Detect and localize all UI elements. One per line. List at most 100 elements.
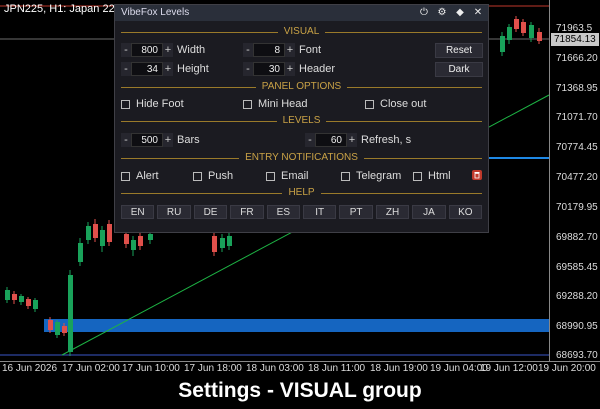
candle-body [507,27,512,40]
lang-button-pt[interactable]: PT [339,205,373,219]
price-label: 69882.70 [556,232,598,243]
candle-body [521,22,526,33]
font-stepper[interactable]: - 8 + Font [243,43,321,57]
lang-button-ko[interactable]: KO [448,205,483,219]
panel-titlebar[interactable]: VibeFox Levels ⏻ ⚙ ◆ ✕ [115,5,488,21]
lang-button-es[interactable]: ES [266,205,301,219]
checkbox-box[interactable] [365,99,374,109]
level-zone [44,319,549,332]
checkbox-box[interactable] [121,99,130,109]
candle-body [138,236,143,246]
lang-button-zh[interactable]: ZH [375,205,410,219]
checkbox-box[interactable] [243,99,252,109]
checkbox-label: Mini Head [258,98,308,110]
candle-body [5,290,10,300]
price-label: 70477.20 [556,172,598,183]
price-label: 71071.70 [556,112,598,123]
push-checkbox[interactable]: Push [193,169,233,183]
candle-body [78,243,83,262]
candle-body [514,19,519,29]
reset-button[interactable]: Reset [435,43,483,58]
trash-icon[interactable] [471,169,483,181]
email-checkbox[interactable]: Email [266,169,309,183]
gear-icon[interactable]: ⚙ [436,6,448,19]
checkbox-label: Close out [380,98,427,110]
width-label: Width [177,44,206,56]
decrement-button[interactable]: - [121,133,131,147]
decrement-button[interactable]: - [305,133,315,147]
power-icon[interactable]: ⏻ [418,6,430,19]
section-help: HELP [121,187,482,199]
height-input[interactable]: 34 [131,62,163,76]
increment-button[interactable]: + [285,43,295,57]
width-stepper[interactable]: - 800 + Width [121,43,205,57]
language-buttons: EN RU DE FR ES IT PT ZH JA KO [121,205,483,219]
alert-checkbox[interactable]: Alert [121,169,159,183]
lang-button-fr[interactable]: FR [230,205,264,219]
checkbox-box[interactable] [121,171,130,181]
decrement-button[interactable]: - [243,62,253,76]
section-title: HELP [282,187,321,198]
candle-body [529,25,534,38]
price-label: 71666.20 [556,53,598,64]
header-stepper[interactable]: - 30 + Header [243,62,335,76]
increment-button[interactable]: + [285,62,295,76]
vibefox-levels-panel[interactable]: VibeFox Levels ⏻ ⚙ ◆ ✕ VISUAL - 800 + Wi… [114,4,489,233]
pin-icon[interactable]: ◆ [454,6,466,19]
close-out-checkbox[interactable]: Close out [365,97,426,111]
candle-body [26,299,31,306]
candle-body [93,224,98,238]
bars-stepper[interactable]: - 500 + Bars [121,133,200,147]
price-label: 68990.95 [556,321,598,332]
increment-button[interactable]: + [347,133,357,147]
lang-button-it[interactable]: IT [303,205,337,219]
close-icon[interactable]: ✕ [472,6,484,19]
section-levels: LEVELS [121,115,482,127]
width-input[interactable]: 800 [131,43,163,57]
html-checkbox[interactable]: Html [413,169,451,183]
checkbox-box[interactable] [341,171,350,181]
font-label: Font [299,44,322,56]
section-title: VISUAL [277,26,326,37]
increment-button[interactable]: + [163,133,173,147]
refresh-input[interactable]: 60 [315,133,347,147]
decrement-button[interactable]: - [121,43,131,57]
section-title: LEVELS [276,115,327,126]
increment-button[interactable]: + [163,43,173,57]
mini-head-checkbox[interactable]: Mini Head [243,97,308,111]
refresh-stepper[interactable]: - 60 + Refresh, s [305,133,411,147]
decrement-button[interactable]: - [121,62,131,76]
header-input[interactable]: 30 [253,62,285,76]
price-axis[interactable]: 71963.5 71854.13 71666.20 71368.95 71071… [549,0,600,361]
increment-button[interactable]: + [163,62,173,76]
candle-body [500,36,505,52]
price-label: 69585.45 [556,262,598,273]
checkbox-box[interactable] [193,171,202,181]
telegram-checkbox[interactable]: Telegram [341,169,401,183]
price-label: 69288.20 [556,291,598,302]
candle-body [124,234,129,244]
refresh-label: Refresh, s [361,134,412,146]
candle-body [62,326,67,333]
checkbox-label: Push [208,170,234,182]
lang-button-ru[interactable]: RU [157,205,191,219]
lang-button-en[interactable]: EN [121,205,155,219]
candle-body [107,224,112,242]
bars-input[interactable]: 500 [131,133,163,147]
dark-button[interactable]: Dark [435,62,483,77]
checkbox-box[interactable] [413,171,422,181]
candle-body [12,294,17,300]
section-title: PANEL OPTIONS [255,81,348,92]
lang-button-de[interactable]: DE [193,205,228,219]
candle-body [131,240,136,250]
header-label: Header [299,63,336,75]
price-label: 70179.95 [556,202,598,213]
candle-body [19,296,24,302]
decrement-button[interactable]: - [243,43,253,57]
height-stepper[interactable]: - 34 + Height [121,62,209,76]
hide-foot-checkbox[interactable]: Hide Foot [121,97,184,111]
checkbox-box[interactable] [266,171,275,181]
font-input[interactable]: 8 [253,43,285,57]
lang-button-ja[interactable]: JA [412,205,446,219]
section-visual: VISUAL [121,26,482,38]
